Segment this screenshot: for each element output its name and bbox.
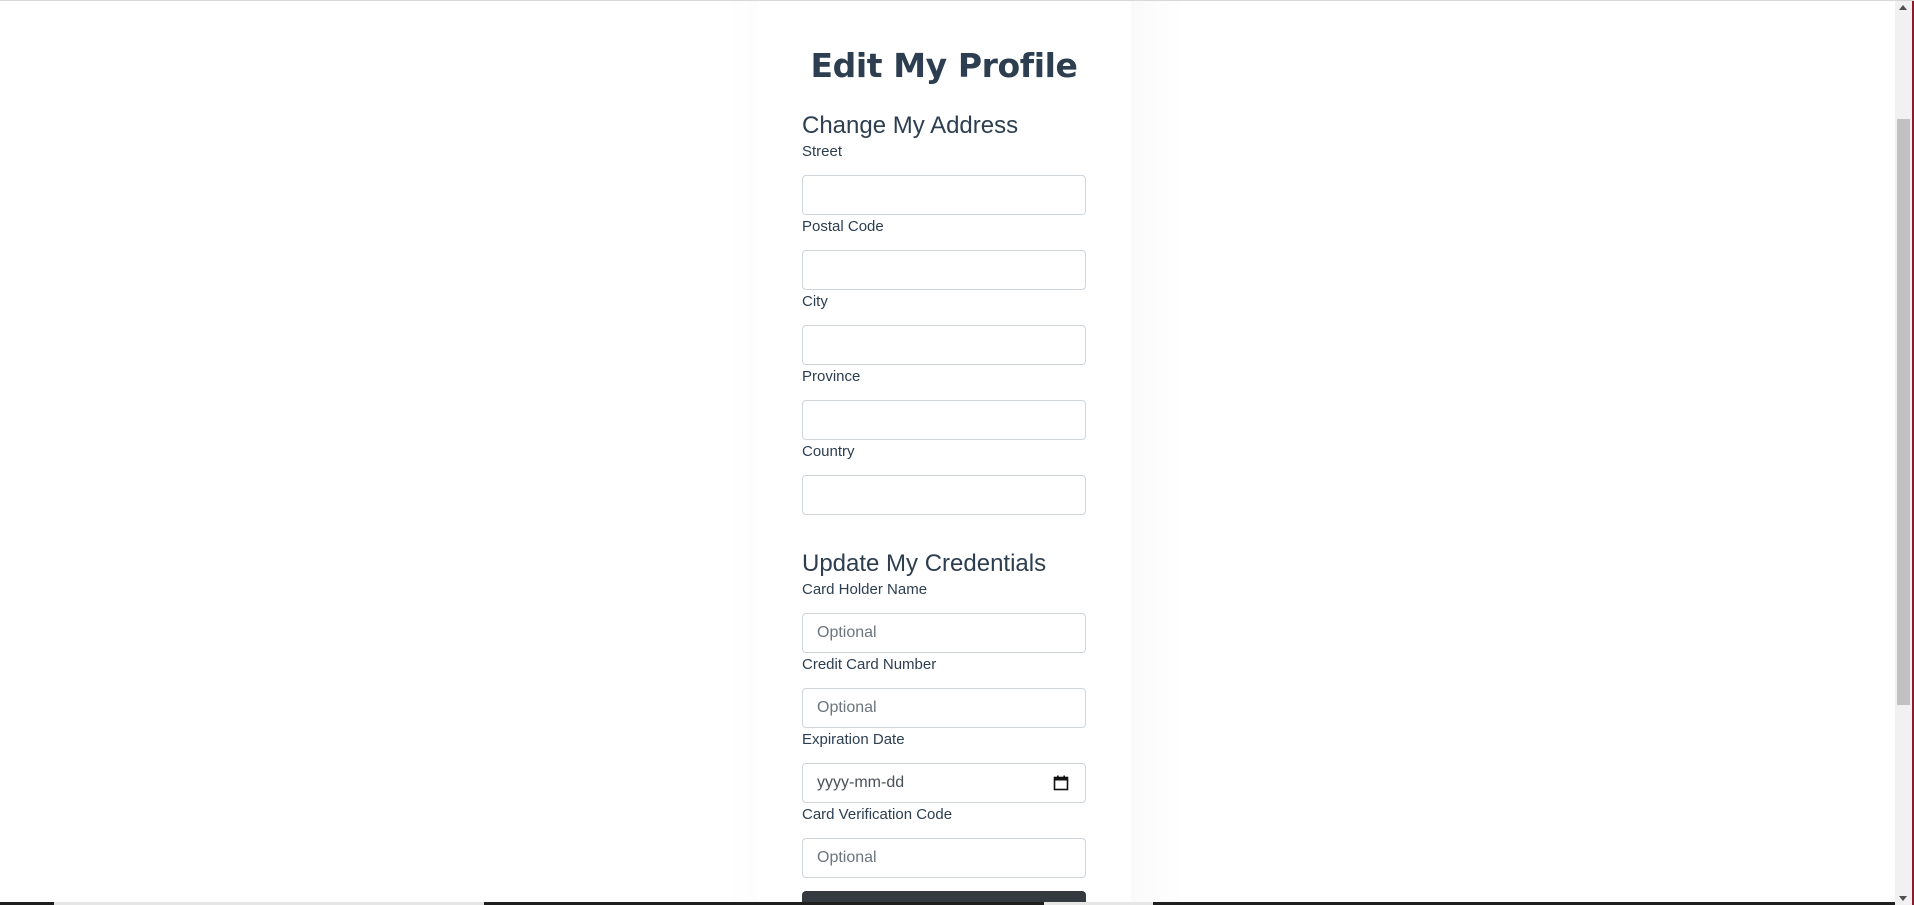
credentials-section-heading: Update My Credentials: [802, 550, 1047, 577]
calendar-icon[interactable]: [1053, 775, 1069, 791]
scroll-up-arrow-icon[interactable]: [1899, 5, 1907, 10]
card-holder-name-label: Card Holder Name: [802, 581, 928, 598]
profile-form-card: Edit My Profile Change My Address Street…: [757, 1, 1131, 905]
country-label: Country: [802, 443, 855, 460]
card-holder-name-input[interactable]: [802, 613, 1086, 653]
expiration-date-placeholder: yyyy-mm-dd: [817, 774, 905, 791]
card-verification-code-input[interactable]: [802, 838, 1086, 878]
city-label: City: [802, 293, 828, 310]
scroll-thumb[interactable]: [1897, 119, 1910, 705]
postal-code-input[interactable]: [802, 250, 1086, 290]
page-title: Edit My Profile: [810, 46, 1078, 85]
address-section-heading: Change My Address: [802, 112, 1019, 139]
credit-card-number-input[interactable]: [802, 688, 1086, 728]
edit-profile-form: Change My Address Street Postal Code Cit…: [802, 112, 1086, 905]
expiration-date-label: Expiration Date: [802, 731, 905, 748]
credit-card-number-label: Credit Card Number: [802, 656, 937, 673]
country-input[interactable]: [802, 475, 1086, 515]
city-input[interactable]: [802, 325, 1086, 365]
street-label: Street: [802, 143, 843, 160]
province-input[interactable]: [802, 400, 1086, 440]
expiration-date-input[interactable]: yyyy-mm-dd: [802, 763, 1086, 803]
province-label: Province: [802, 368, 861, 385]
postal-code-label: Postal Code: [802, 218, 884, 235]
card-verification-code-label: Card Verification Code: [802, 806, 953, 823]
scroll-down-arrow-icon[interactable]: [1899, 896, 1907, 901]
vertical-scrollbar[interactable]: [1895, 1, 1912, 905]
street-input[interactable]: [802, 175, 1086, 215]
browser-viewport: Edit My Profile Change My Address Street…: [0, 0, 1914, 905]
page-background: Edit My Profile Change My Address Street…: [0, 1, 1895, 905]
